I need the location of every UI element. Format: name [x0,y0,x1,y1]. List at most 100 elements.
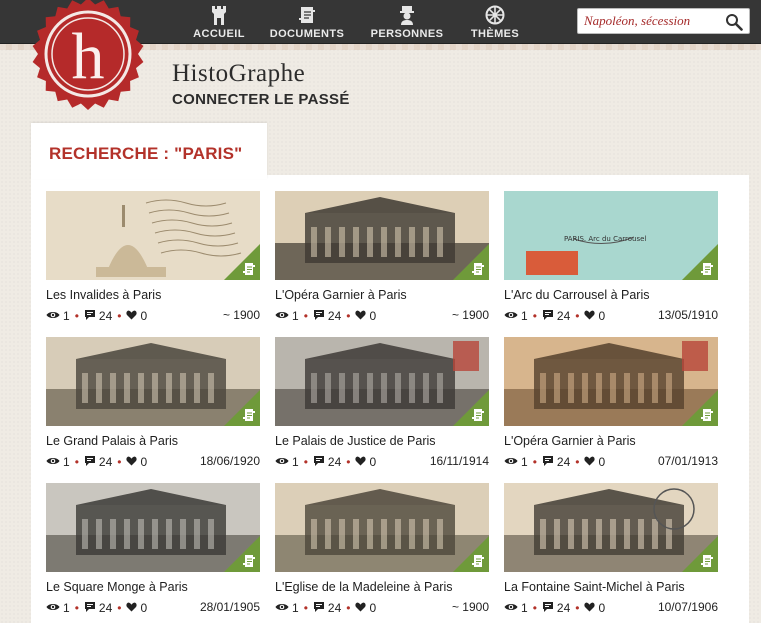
comment-icon [542,455,557,469]
result-title[interactable]: La Fontaine Saint-Michel à Paris [504,580,718,594]
comments-stat: 24 [542,309,570,323]
result-thumbnail[interactable] [46,483,260,572]
separator-dot: • [117,309,122,323]
result-card[interactable]: PARIS. Arc du Carrousel L'Arc du Carrouse… [504,191,718,331]
nav-documents[interactable]: DOCUMENTS [262,0,352,44]
document-icon [472,262,485,276]
result-meta: 1 • 24 • 0 ~ 1900 [46,308,260,324]
separator-dot: • [303,455,308,469]
search-input[interactable] [584,10,724,32]
separator-dot: • [575,601,580,615]
result-title[interactable]: L'Opéra Garnier à Paris [275,288,489,302]
result-card[interactable]: Le Square Monge à Paris 1 • 24 • 0 28/01/1905 [46,483,260,623]
views-count: 1 [292,455,299,469]
views-count: 1 [63,309,70,323]
result-meta: 1 • 24 • 0 ~ 1900 [275,308,489,324]
comments-stat: 24 [84,455,112,469]
comment-icon [313,455,328,469]
comments-stat: 24 [84,601,112,615]
result-date: 18/06/1920 [199,454,260,468]
separator-dot: • [346,455,351,469]
person-icon [397,5,417,25]
comments-count: 24 [327,601,342,615]
separator-dot: • [117,601,122,615]
comments-count: 24 [98,309,113,323]
result-title[interactable]: Le Square Monge à Paris [46,580,260,594]
heart-icon [355,601,369,615]
comment-icon [84,455,99,469]
comments-stat: 24 [313,309,341,323]
result-title[interactable]: Les Invalides à Paris [46,288,260,302]
result-card[interactable]: Le Grand Palais à Paris 1 • 24 • 0 18/06/1920 [46,337,260,477]
result-card[interactable]: Le Palais de Justice de Paris 1 • 24 • 0 16/11… [275,337,489,477]
result-title[interactable]: L'Eglise de la Madeleine à Paris [275,580,489,594]
histographe-logo[interactable]: h [30,0,146,112]
result-meta: 1 • 24 • 0 28/01/1905 [46,600,260,616]
result-card[interactable]: L'Opéra Garnier à Paris 1 • 24 • 0 07/01/1913 [504,337,718,477]
likes-count: 0 [598,455,606,469]
comment-icon [313,309,328,323]
heart-icon [584,309,598,323]
document-icon [243,408,256,422]
eye-icon [46,455,63,469]
comments-stat: 24 [313,455,341,469]
views-stat: 1 [504,309,528,323]
likes-count: 0 [598,601,606,615]
result-title[interactable]: Le Palais de Justice de Paris [275,434,489,448]
separator-dot: • [532,601,537,615]
result-title[interactable]: L'Opéra Garnier à Paris [504,434,718,448]
heart-icon [355,309,369,323]
views-stat: 1 [46,455,70,469]
result-thumbnail[interactable] [275,191,489,280]
nav-label: PERSONNES [370,28,444,40]
result-date: ~ 1900 [222,308,260,322]
result-thumbnail[interactable] [275,483,489,572]
comments-stat: 24 [313,601,341,615]
separator-dot: • [303,309,308,323]
result-thumbnail[interactable] [504,483,718,572]
result-title[interactable]: Le Grand Palais à Paris [46,434,260,448]
separator-dot: • [532,309,537,323]
heart-icon [126,601,140,615]
nav-accueil[interactable]: ACCUEIL [174,0,264,44]
brand-title: HistoGraphe [172,60,306,87]
nav-themes[interactable]: THÈMES [450,0,540,44]
result-card[interactable]: La Fontaine Saint-Michel à Paris 1 • 24 • 0 10… [504,483,718,623]
result-thumbnail[interactable] [275,337,489,426]
result-thumbnail[interactable] [46,337,260,426]
comment-icon [84,601,99,615]
separator-dot: • [74,601,79,615]
eye-icon [46,309,63,323]
result-title[interactable]: L'Arc du Carrousel à Paris [504,288,718,302]
separator-dot: • [346,601,351,615]
result-date: ~ 1900 [451,308,489,322]
views-count: 1 [292,601,299,615]
tower-icon [209,5,229,25]
result-card[interactable]: Les Invalides à Paris 1 • 24 • 0 ~ 1900 [46,191,260,331]
likes-count: 0 [140,601,148,615]
comment-icon [84,309,99,323]
likes-count: 0 [369,309,377,323]
result-thumbnail[interactable]: PARIS. Arc du Carrousel [504,191,718,280]
result-card[interactable]: L'Eglise de la Madeleine à Paris 1 • 24 • 0 ~ … [275,483,489,623]
likes-stat: 0 [584,455,605,469]
eye-icon [504,601,521,615]
views-stat: 1 [275,309,299,323]
result-thumbnail[interactable] [504,337,718,426]
nav-personnes[interactable]: PERSONNES [362,0,452,44]
comments-count: 24 [556,601,571,615]
result-meta: 1 • 24 • 0 ~ 1900 [275,600,489,616]
separator-dot: • [575,309,580,323]
views-count: 1 [63,455,70,469]
likes-stat: 0 [355,601,376,615]
eye-icon [504,309,521,323]
result-card[interactable]: L'Opéra Garnier à Paris 1 • 24 • 0 ~ 1900 [275,191,489,331]
views-stat: 1 [275,455,299,469]
search-icon[interactable] [723,12,745,32]
likes-stat: 0 [584,309,605,323]
heart-icon [126,309,140,323]
views-count: 1 [63,601,70,615]
result-thumbnail[interactable] [46,191,260,280]
logo-letter: h [72,20,105,93]
results-tab: RECHERCHE : "PARIS" [31,123,267,179]
